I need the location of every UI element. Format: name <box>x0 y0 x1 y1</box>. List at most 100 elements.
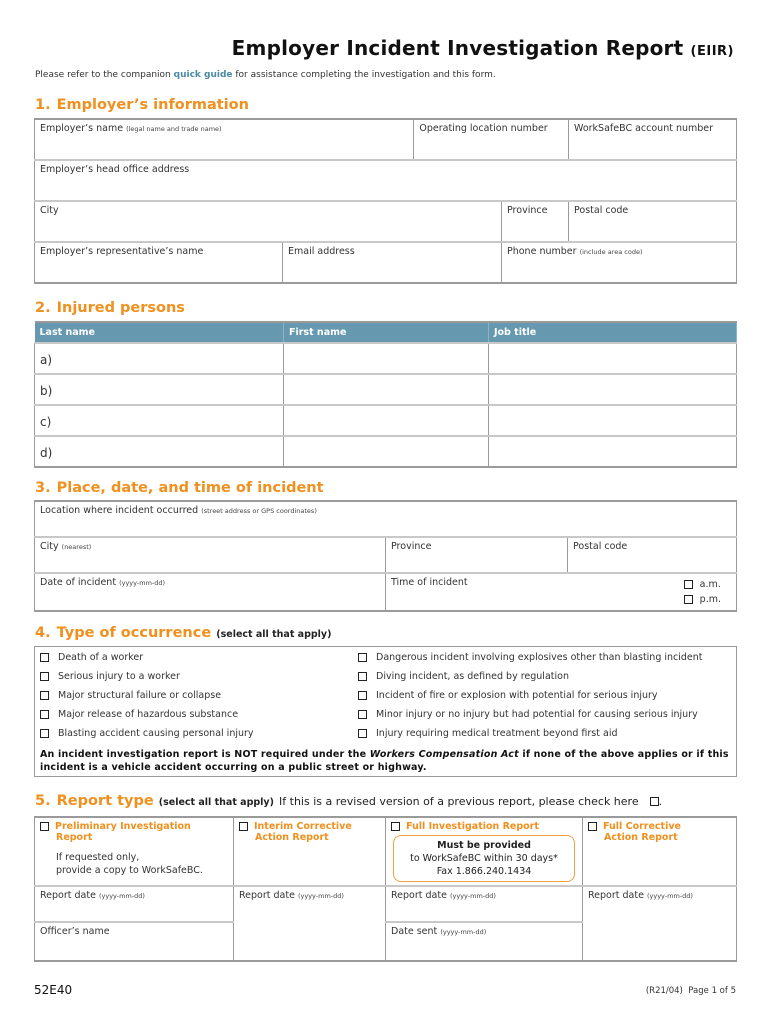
preliminary-note-1: If requested only, <box>56 852 140 863</box>
last-name-cell[interactable]: a) <box>34 342 284 375</box>
date-sent-field[interactable]: Date sent (yyyy-mm-dd) <box>385 921 583 962</box>
location-field[interactable]: Location where incident occurred (street… <box>34 500 737 538</box>
employer-name-label: Employer’s name <box>40 123 124 134</box>
location-note: (street address or GPS coordinates) <box>201 507 317 515</box>
last-name-cell[interactable]: d) <box>34 435 284 468</box>
interim-report-date-field[interactable]: Report date (yyyy-mm-dd) <box>233 885 386 962</box>
account-number-label: WorkSafeBC account number <box>574 123 714 134</box>
report-type-full-investigation[interactable]: Full Investigation Report Must be provid… <box>385 816 583 887</box>
section1-heading: 1. Employer’s information <box>35 97 249 113</box>
revised-text: If this is a revised version of a previo… <box>279 795 639 808</box>
first-name-cell[interactable] <box>283 435 489 468</box>
rep-name-field[interactable]: Employer’s representative’s name <box>34 241 283 284</box>
checkbox[interactable] <box>40 672 49 681</box>
full-investigation-report-date-field[interactable]: Report date (yyyy-mm-dd) <box>385 885 583 923</box>
checkbox[interactable] <box>40 729 49 738</box>
occurrence-option-label: Injury requiring medical treatment beyon… <box>376 728 618 739</box>
job-title-cell[interactable] <box>488 435 737 468</box>
account-number-field[interactable]: WorkSafeBC account number <box>568 118 737 161</box>
interim-title-2: Action Report <box>255 832 329 843</box>
date-note: (yyyy-mm-dd) <box>646 892 693 900</box>
email-field[interactable]: Email address <box>282 241 502 284</box>
section5-title: Report type <box>56 793 154 809</box>
full-investigation-checkbox[interactable] <box>391 822 400 831</box>
incident-place-table: Location where incident occurred (street… <box>34 500 737 612</box>
title-abbr: (EIIR) <box>690 44 734 59</box>
table-row: d) <box>34 435 737 468</box>
occurrence-option[interactable]: Dangerous incident involving explosives … <box>353 652 703 671</box>
am-checkbox[interactable] <box>683 580 693 589</box>
quick-guide-link[interactable]: quick guide <box>174 70 233 80</box>
report-type-full-corrective[interactable]: Full Corrective Action Report <box>582 816 737 887</box>
job-title-cell[interactable] <box>488 342 737 375</box>
postal-code-label: Postal code <box>574 205 629 216</box>
checkbox[interactable] <box>358 672 367 681</box>
date-note: (yyyy-mm-dd) <box>440 928 487 936</box>
interim-checkbox[interactable] <box>239 822 248 831</box>
province-field[interactable]: Province <box>501 200 569 243</box>
incident-date-field[interactable]: Date of incident (yyyy-mm-dd) <box>34 572 386 612</box>
checkbox[interactable] <box>40 691 49 700</box>
revision-code: (R21/04) <box>645 986 683 996</box>
checkbox[interactable] <box>358 710 367 719</box>
occurrence-option-label: Dangerous incident involving explosives … <box>376 652 703 663</box>
employer-name-field[interactable]: Employer’s name (legal name and trade na… <box>33 118 415 161</box>
operating-location-field[interactable]: Operating location number <box>413 118 569 161</box>
first-name-cell[interactable] <box>283 342 489 375</box>
checkbox[interactable] <box>40 710 49 719</box>
checkbox[interactable] <box>358 653 367 662</box>
incident-province-field[interactable]: Province <box>385 536 568 574</box>
incident-city-field[interactable]: City (nearest) <box>34 536 386 574</box>
occurrence-option[interactable]: Blasting accident causing personal injur… <box>35 728 254 747</box>
checkbox[interactable] <box>358 691 367 700</box>
incident-postal-field[interactable]: Postal code <box>567 536 737 574</box>
phone-label: Phone number <box>507 246 577 257</box>
incident-date-note: (yyyy-mm-dd) <box>119 579 166 587</box>
pm-label: p.m. <box>699 594 721 605</box>
checkbox[interactable] <box>40 653 49 662</box>
incident-time-field[interactable]: Time of incident a.m. p.m. <box>385 572 737 612</box>
intro-text: Please refer to the companion quick guid… <box>35 70 496 80</box>
last-name-cell[interactable]: b) <box>34 373 284 406</box>
postal-code-field[interactable]: Postal code <box>568 200 737 243</box>
occurrence-option[interactable]: Incident of fire or explosion with poten… <box>353 690 703 709</box>
occurrence-option[interactable]: Minor injury or no injury but had potent… <box>353 709 703 728</box>
not-required-warning: An incident investigation report is NOT … <box>40 748 731 774</box>
am-label: a.m. <box>699 579 721 590</box>
pm-checkbox[interactable] <box>683 595 693 604</box>
preliminary-report-date-field[interactable]: Report date (yyyy-mm-dd) <box>34 885 234 923</box>
occurrence-option[interactable]: Serious injury to a worker <box>35 671 254 690</box>
occurrence-option[interactable]: Death of a worker <box>35 652 254 671</box>
incident-city-label: City <box>40 541 59 552</box>
city-field[interactable]: City <box>34 200 502 243</box>
warning-before: An incident investigation report is NOT … <box>40 749 370 760</box>
preliminary-checkbox[interactable] <box>40 822 49 831</box>
date-sent-label: Date sent <box>391 926 438 937</box>
section3-number: 3. <box>35 480 51 496</box>
occurrence-option[interactable]: Major structural failure or collapse <box>35 690 254 709</box>
job-title-cell[interactable] <box>488 404 737 437</box>
date-note: (yyyy-mm-dd) <box>449 892 496 900</box>
occurrence-option[interactable]: Injury requiring medical treatment beyon… <box>353 728 703 747</box>
phone-field[interactable]: Phone number (include area code) <box>501 241 737 284</box>
job-title-cell[interactable] <box>488 373 737 406</box>
revised-checkbox[interactable] <box>649 796 659 806</box>
occurrence-option[interactable]: Diving incident, as defined by regulatio… <box>353 671 703 690</box>
row-label: a) <box>40 353 53 367</box>
head-office-field[interactable]: Employer’s head office address <box>34 159 737 202</box>
first-name-cell[interactable] <box>283 404 489 437</box>
first-name-cell[interactable] <box>283 373 489 406</box>
checkbox[interactable] <box>358 729 367 738</box>
am-pm-options: a.m. p.m. <box>683 577 721 607</box>
section5-number: 5. <box>35 793 51 809</box>
occurrence-option-label: Diving incident, as defined by regulatio… <box>376 671 569 682</box>
full-corrective-report-date-field[interactable]: Report date (yyyy-mm-dd) <box>582 885 737 962</box>
full-corrective-checkbox[interactable] <box>588 822 597 831</box>
last-name-cell[interactable]: c) <box>34 404 284 437</box>
occurrence-option[interactable]: Major release of hazardous substance <box>35 709 254 728</box>
report-type-interim[interactable]: Interim Corrective Action Report <box>233 816 386 887</box>
report-type-preliminary[interactable]: Preliminary Investigation Report If reque… <box>34 816 234 887</box>
title-text: Employer Incident Investigation Report <box>231 36 684 60</box>
officer-name-field[interactable]: Officer’s name <box>34 921 234 962</box>
section2-title: Injured persons <box>56 300 185 316</box>
